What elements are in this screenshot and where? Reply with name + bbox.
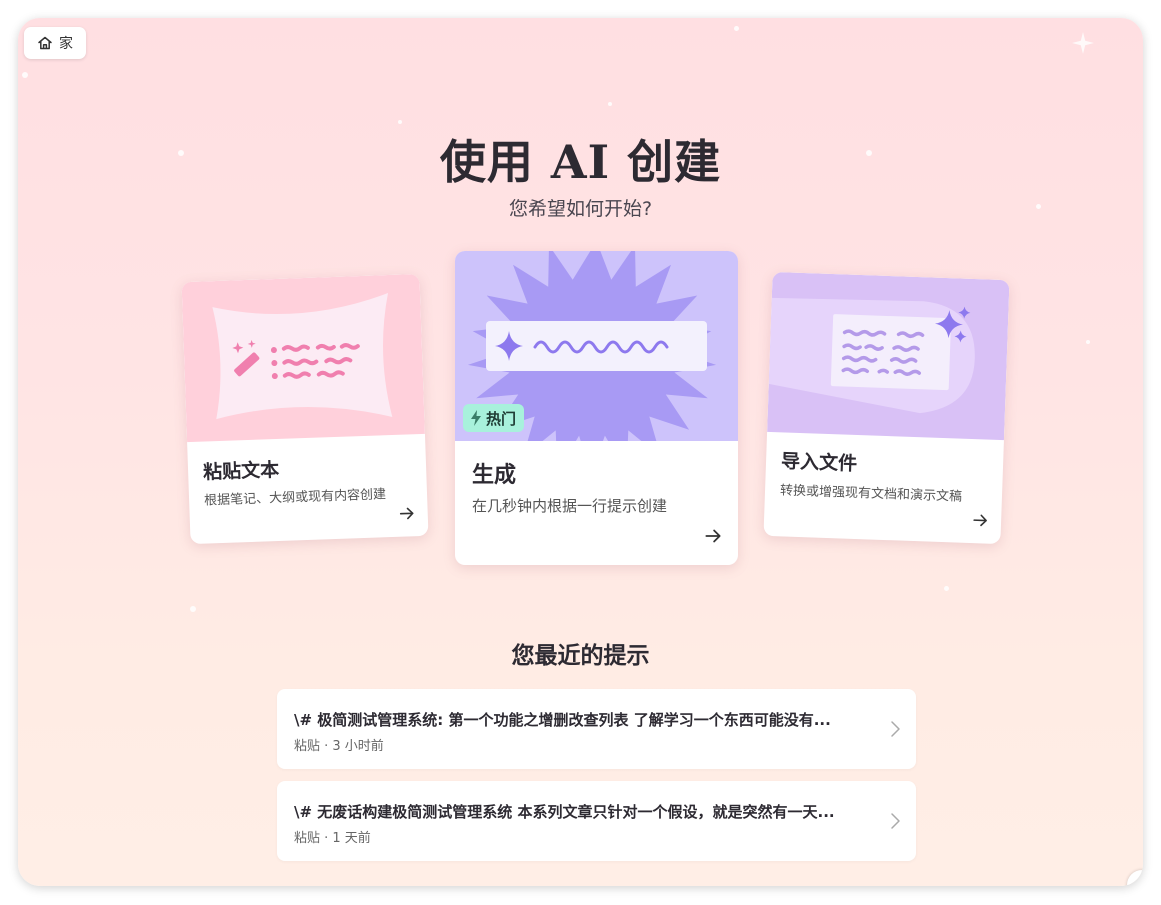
import-file-label: 导入文件 bbox=[780, 450, 858, 475]
background-sparkle bbox=[398, 120, 402, 124]
hot-badge: 热门 bbox=[463, 404, 525, 432]
home-icon bbox=[38, 36, 52, 50]
corner-help-button[interactable] bbox=[1127, 870, 1143, 886]
paste-text-description: 根据笔记、大纲或现有内容创建 bbox=[203, 487, 387, 509]
chevron-right-icon bbox=[891, 813, 900, 829]
import-artwork bbox=[768, 297, 975, 414]
background-sparkle bbox=[22, 72, 28, 78]
home-label: 家 bbox=[59, 36, 73, 52]
arrow-right-icon bbox=[973, 514, 987, 527]
import-file-description: 转换或增强现有文档和演示文稿 bbox=[779, 483, 963, 505]
recent-prompt-title: \# 无废话构建极简测试管理系统 本系列文章只针对一个假设，就是突然有一天... bbox=[294, 803, 835, 821]
background-sparkle bbox=[944, 586, 949, 591]
background-sparkle bbox=[1086, 340, 1090, 344]
page-title: 使用 AI 创建 bbox=[439, 135, 722, 189]
paste-text-card[interactable]: 粘贴文本 根据笔记、大纲或现有内容创建 bbox=[181, 273, 429, 545]
background-sparkle bbox=[608, 102, 612, 106]
generate-label: 生成 bbox=[472, 463, 517, 488]
import-file-card[interactable]: 导入文件 转换或增强现有文档和演示文稿 bbox=[763, 271, 1010, 545]
background-star-icon bbox=[1072, 32, 1094, 54]
background-sparkle bbox=[190, 606, 196, 612]
generate-card[interactable]: 热门 生成 在几秒钟内根据一行提示创建 bbox=[455, 251, 738, 565]
generate-description: 在几秒钟内根据一行提示创建 bbox=[472, 497, 668, 515]
recent-prompt-item[interactable]: \# 无废话构建极简测试管理系统 本系列文章只针对一个假设，就是突然有一天...… bbox=[277, 781, 916, 861]
paste-text-label: 粘贴文本 bbox=[202, 458, 280, 484]
chevron-right-icon bbox=[891, 721, 900, 737]
background-sparkle bbox=[734, 26, 739, 31]
home-button[interactable]: 家 bbox=[24, 27, 86, 59]
paste-illustration bbox=[181, 273, 425, 443]
app-window: 家 使用 AI 创建 您希望如何开始? 粘贴文本 根据笔记、大纲或现有内容创建 … bbox=[18, 18, 1143, 886]
arrow-right-icon bbox=[705, 529, 721, 543]
recent-prompt-meta: 粘贴 · 1 天前 bbox=[294, 831, 371, 846]
page-subtitle: 您希望如何开始? bbox=[508, 198, 653, 220]
recent-prompt-item[interactable]: \# 极简测试管理系统: 第一个功能之增删改查列表 了解学习一个东西可能没有..… bbox=[277, 689, 916, 769]
recent-prompt-title: \# 极简测试管理系统: 第一个功能之增删改查列表 了解学习一个东西可能没有..… bbox=[294, 711, 831, 729]
lightning-icon bbox=[471, 410, 481, 426]
import-illustration bbox=[767, 271, 1010, 441]
recent-prompt-meta: 粘贴 · 3 小时前 bbox=[294, 739, 384, 754]
paste-artwork bbox=[212, 293, 393, 420]
hot-badge-label: 热门 bbox=[486, 409, 517, 428]
arrow-right-icon bbox=[399, 507, 414, 520]
recent-prompts-heading: 您最近的提示 bbox=[511, 643, 650, 669]
